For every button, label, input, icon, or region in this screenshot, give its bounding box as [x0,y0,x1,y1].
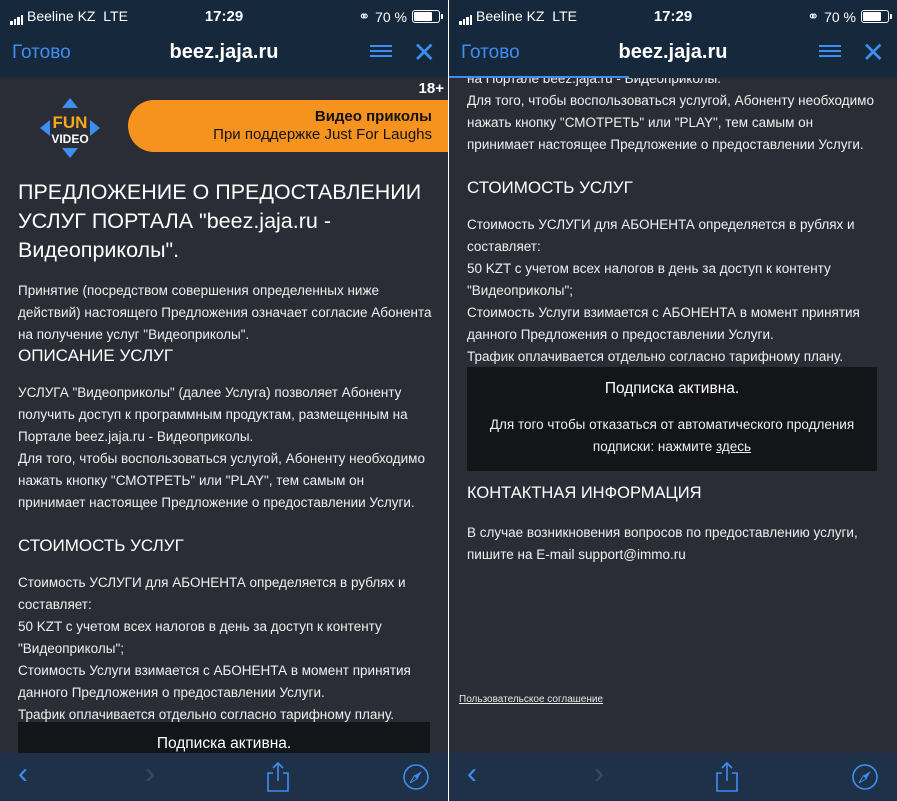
browser-toolbar: ‹ › [0,753,448,801]
cost-text-1: Стоимость УСЛУГИ для АБОНЕНТА определяет… [467,217,855,254]
description-heading: ОПИСАНИЕ УСЛУГ [18,346,174,365]
fun-video-logo: FUN VIDEO [40,98,100,158]
banner-subtitle: При поддержке Just For Laughs [213,126,432,143]
cost-text-2: 50 KZT с учетом всех налогов в день за д… [18,619,382,656]
status-bar: Beeline KZ LTE 17:29 ⚭ 70 % [449,0,897,30]
contact-heading: КОНТАКТНАЯ ИНФОРМАЦИЯ [467,484,702,502]
subscription-status: Подписка активна. [156,735,292,752]
age-rating: 18+ [418,80,444,97]
forward-button[interactable]: › [594,757,604,791]
page-content: на Портале beez.jaja.ru - Видеоприколы. … [449,78,897,753]
subscription-box: Подписка активна. Для того чтобы отказат… [467,367,877,471]
screen-right: Beeline KZ LTE 17:29 ⚭ 70 % Готово beez.… [449,0,897,801]
description-instructions: Для того, чтобы воспользоваться услугой,… [467,93,874,152]
back-button[interactable]: ‹ [18,757,28,791]
page-content: 18+ FUN VIDEO Видео приколы При поддержк… [0,78,448,753]
close-button[interactable]: ✕ [413,38,436,68]
battery: ⚭ 70 % [358,8,443,25]
unsubscribe-text: Для того чтобы отказаться от автоматичес… [489,417,855,454]
contact-text: В случае возникновения вопросов по предо… [467,525,858,562]
description-text-cut: на Портале beez.jaja.ru - Видеоприколы. [467,78,722,86]
battery-icon [412,10,443,23]
reader-icon[interactable] [370,45,392,61]
cost-heading: СТОИМОСТЬ УСЛУГ [467,178,633,197]
forward-button[interactable]: › [145,757,155,791]
nav-bar: Готово beez.jaja.ru ✕ [0,30,448,78]
user-agreement-link[interactable]: Пользовательское соглашение [459,694,603,705]
back-button[interactable]: ‹ [467,757,477,791]
description-text: УСЛУГА "Видеоприколы" (далее Услуга) поз… [18,385,408,444]
share-icon[interactable] [264,761,292,793]
promo-banner[interactable]: Видео приколы При поддержке Just For Lau… [128,100,448,152]
headphones-icon: ⚭ [807,8,820,24]
banner-title: Видео приколы [314,108,432,125]
page-title: ПРЕДЛОЖЕНИЕ О ПРЕДОСТАВЛЕНИИ УСЛУГ ПОРТА… [18,180,422,262]
cost-text-3: Стоимость Услуги взимается с АБОНЕНТА в … [467,305,860,342]
cost-text-4: Трафик оплачивается отдельно согласно та… [467,349,844,364]
svg-text:VIDEO: VIDEO [51,132,88,146]
description-instructions: Для того, чтобы воспользоваться услугой,… [18,451,425,510]
intro-text: Принятие (посредством совершения определ… [18,283,432,342]
svg-text:FUN: FUN [53,113,88,132]
battery-icon [861,10,892,23]
compass-icon[interactable] [402,763,430,791]
close-button[interactable]: ✕ [862,38,885,68]
subscription-status: Подписка активна. [604,380,740,397]
cost-text-3: Стоимость Услуги взимается с АБОНЕНТА в … [18,663,411,700]
reader-icon[interactable] [819,45,841,61]
battery: ⚭ 70 % [807,8,892,25]
headphones-icon: ⚭ [358,8,371,24]
subscription-box: Подписка активна. [18,722,430,753]
logo-arrows-icon: FUN VIDEO [40,98,100,158]
cost-text-1: Стоимость УСЛУГИ для АБОНЕНТА определяет… [18,575,406,612]
browser-toolbar: ‹ › [449,753,897,801]
unsubscribe-link[interactable]: здесь [716,439,751,454]
status-bar: Beeline KZ LTE 17:29 ⚭ 70 % [0,0,448,30]
cost-heading: СТОИМОСТЬ УСЛУГ [18,536,184,555]
share-icon[interactable] [713,761,741,793]
nav-bar: Готово beez.jaja.ru ✕ [449,30,897,78]
compass-icon[interactable] [851,763,879,791]
screen-left: Beeline KZ LTE 17:29 ⚭ 70 % Готово beez.… [0,0,448,801]
cost-text-2: 50 KZT с учетом всех налогов в день за д… [467,261,831,298]
